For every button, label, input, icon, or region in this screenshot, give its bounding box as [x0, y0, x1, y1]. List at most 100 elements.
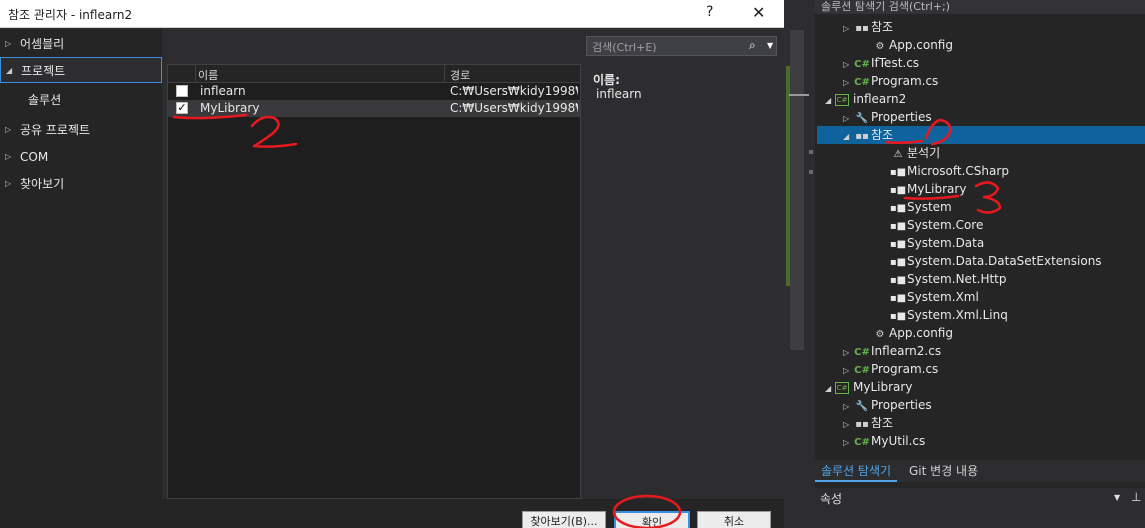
tree-node[interactable]: ▷ 🔧 Properties [843, 108, 932, 126]
tree-node-label: 참조 [871, 416, 894, 430]
tree-node-label: MyLibrary [907, 182, 967, 196]
tree-node-label: System.Data.DataSetExtensions [907, 254, 1102, 268]
expand-arrow-icon: ▷ [5, 179, 12, 188]
tree-node-label: Properties [871, 110, 932, 124]
tree-node[interactable]: ◢ C# inflearn2 [825, 90, 906, 108]
csharp-file-icon: C# [854, 437, 870, 448]
ok-button[interactable]: 확인 [614, 511, 690, 528]
nav-label: 공유 프로젝트 [20, 123, 91, 137]
tree-node[interactable]: ▷ ▪▪ 참조 [843, 18, 893, 36]
column-header-name[interactable]: 이름 [198, 67, 218, 83]
detail-name-label: 이름: [593, 73, 620, 87]
nav-label: 솔루션 [28, 93, 62, 107]
nav-item-browse[interactable]: ▷ 찾아보기 [0, 171, 162, 197]
column-separator[interactable] [444, 65, 445, 83]
tree-node-label: System.Xml [907, 290, 979, 304]
row-checkbox[interactable] [176, 85, 188, 97]
tree-node-label: Program.cs [871, 74, 939, 88]
tree-node[interactable]: ▷ ▪▪ 참조 [843, 414, 893, 432]
tree-node-label: App.config [889, 38, 953, 52]
scrollbar-thumb[interactable] [790, 30, 804, 350]
tree-node[interactable]: ▷ C#MyUtil.cs [843, 432, 925, 450]
expand-arrow-icon: ▷ [5, 152, 12, 161]
tree-node[interactable]: ◢ ▪▪ 참조 [843, 126, 893, 144]
search-icon[interactable]: ⌕ [749, 38, 756, 53]
collapse-arrow-icon: ◢ [6, 66, 13, 75]
nav-label: 찾아보기 [20, 177, 65, 191]
tree-node[interactable]: ▷ C#IfTest.cs [843, 54, 919, 72]
tree-node[interactable]: ▪■Microsoft.CSharp [879, 162, 1009, 180]
tree-node[interactable]: ⚙ App.config [861, 36, 953, 54]
tree-node-label: Inflearn2.cs [871, 344, 942, 358]
help-icon[interactable]: ? [706, 4, 713, 20]
scroll-marker [809, 170, 813, 174]
close-icon[interactable]: ✕ [752, 3, 765, 22]
nav-item-com[interactable]: ▷ COM [0, 144, 162, 170]
nav-item-solution[interactable]: 솔루션 [0, 87, 162, 113]
csharp-project-icon: C# [835, 381, 849, 394]
tree-node[interactable]: ▪■System.Net.Http [879, 270, 1007, 288]
tree-node[interactable]: ▪■MyLibrary [879, 180, 967, 198]
expand-arrow-icon[interactable]: ▷ [843, 434, 853, 452]
tree-node[interactable]: ▪■System.Data.DataSetExtensions [879, 252, 1102, 270]
tree-node-label: MyUtil.cs [871, 434, 926, 448]
tree-node-label: System [907, 200, 952, 214]
nav-item-shared-projects[interactable]: ▷ 공유 프로젝트 [0, 117, 162, 143]
references-icon: ▪▪ [855, 131, 869, 142]
tree-node-label: System.Net.Http [907, 272, 1007, 286]
tree-node-label: App.config [889, 326, 953, 340]
detail-name-value: inflearn [596, 87, 642, 101]
tree-node-label: inflearn2 [853, 92, 907, 106]
header-check-column [168, 65, 196, 83]
row-checkbox[interactable]: ✓ [176, 102, 188, 114]
scroll-marker [809, 150, 813, 154]
pin-icon[interactable]: ⊥ [1131, 490, 1141, 504]
expand-arrow-icon[interactable]: ▷ [843, 20, 853, 38]
chevron-down-icon[interactable]: ▼ [1114, 493, 1120, 502]
nav-label: 어셈블리 [20, 37, 65, 51]
tree-node[interactable]: ▪■System [879, 198, 952, 216]
collapse-arrow-icon[interactable]: ◢ [825, 380, 835, 398]
tree-node[interactable]: ⚠ 분석기 [879, 144, 941, 162]
tree-node-label: Program.cs [871, 362, 939, 376]
reference-manager-dialog: 참조 관리자 - inflearn2 ? ✕ ▷ 어셈블리 ◢ 프로젝트 솔루션… [0, 0, 784, 528]
project-list: 이름 경로 inflearn C:₩Users₩kidy1998₩... ✓ M… [167, 64, 581, 499]
tree-node[interactable]: ▷ C#Program.cs [843, 360, 938, 378]
table-row[interactable]: inflearn C:₩Users₩kidy1998₩... [168, 83, 580, 100]
dialog-button-bar: 찾아보기(B)... 확인 취소 [0, 499, 784, 528]
tree-node-label: Properties [871, 398, 932, 412]
tree-node-label: System.Data [907, 236, 985, 250]
tree-node[interactable]: ▪■System.Core [879, 216, 983, 234]
nav-label: COM [20, 150, 49, 164]
explorer-search-input[interactable]: 솔루션 탐색기 검색(Ctrl+;) [815, 0, 1145, 14]
tree-node[interactable]: ▷ C#Inflearn2.cs [843, 342, 941, 360]
list-header: 이름 경로 [168, 65, 580, 83]
tab-git-changes[interactable]: Git 변경 내용 [903, 462, 984, 482]
category-nav: ▷ 어셈블리 ◢ 프로젝트 솔루션 ▷ 공유 프로젝트 ▷ COM ▷ 찾아보기 [0, 29, 162, 499]
tree-node-label: Microsoft.CSharp [907, 164, 1009, 178]
chevron-down-icon[interactable]: ▼ [767, 41, 773, 50]
nav-item-assemblies[interactable]: ▷ 어셈블리 [0, 31, 162, 57]
tree-node[interactable]: ▪■System.Data [879, 234, 984, 252]
table-row[interactable]: ✓ MyLibrary C:₩Users₩kidy1998₩... [168, 100, 580, 117]
tree-node-label: System.Core [907, 218, 984, 232]
tree-node[interactable]: ▪■System.Xml [879, 288, 979, 306]
column-header-path[interactable]: 경로 [450, 67, 470, 83]
tree-node[interactable]: ▷ C#Program.cs [843, 72, 938, 90]
explorer-search-placeholder: 솔루션 탐색기 검색(Ctrl+;) [821, 0, 951, 13]
properties-panel [815, 488, 1145, 528]
tree-node[interactable]: ◢ C# MyLibrary [825, 378, 912, 396]
dialog-title: 참조 관리자 - inflearn2 [8, 8, 133, 22]
reference-search-input[interactable]: 검색(Ctrl+E) ⌕ ▼ [586, 36, 777, 56]
cancel-button[interactable]: 취소 [697, 511, 771, 528]
collapse-arrow-icon[interactable]: ◢ [843, 128, 853, 146]
tree-node[interactable]: ⚙ App.config [861, 324, 953, 342]
tree-node[interactable]: ▪■System.Xml.Linq [879, 306, 1008, 324]
collapse-arrow-icon[interactable]: ◢ [825, 92, 835, 110]
tree-node[interactable]: ▷ 🔧 Properties [843, 396, 932, 414]
tree-node-label: IfTest.cs [871, 56, 920, 70]
nav-item-projects[interactable]: ◢ 프로젝트 [0, 57, 162, 83]
tab-solution-explorer[interactable]: 솔루션 탐색기 [815, 462, 898, 482]
dialog-titlebar: 참조 관리자 - inflearn2 ? ✕ [0, 0, 784, 28]
browse-button[interactable]: 찾아보기(B)... [522, 511, 606, 528]
